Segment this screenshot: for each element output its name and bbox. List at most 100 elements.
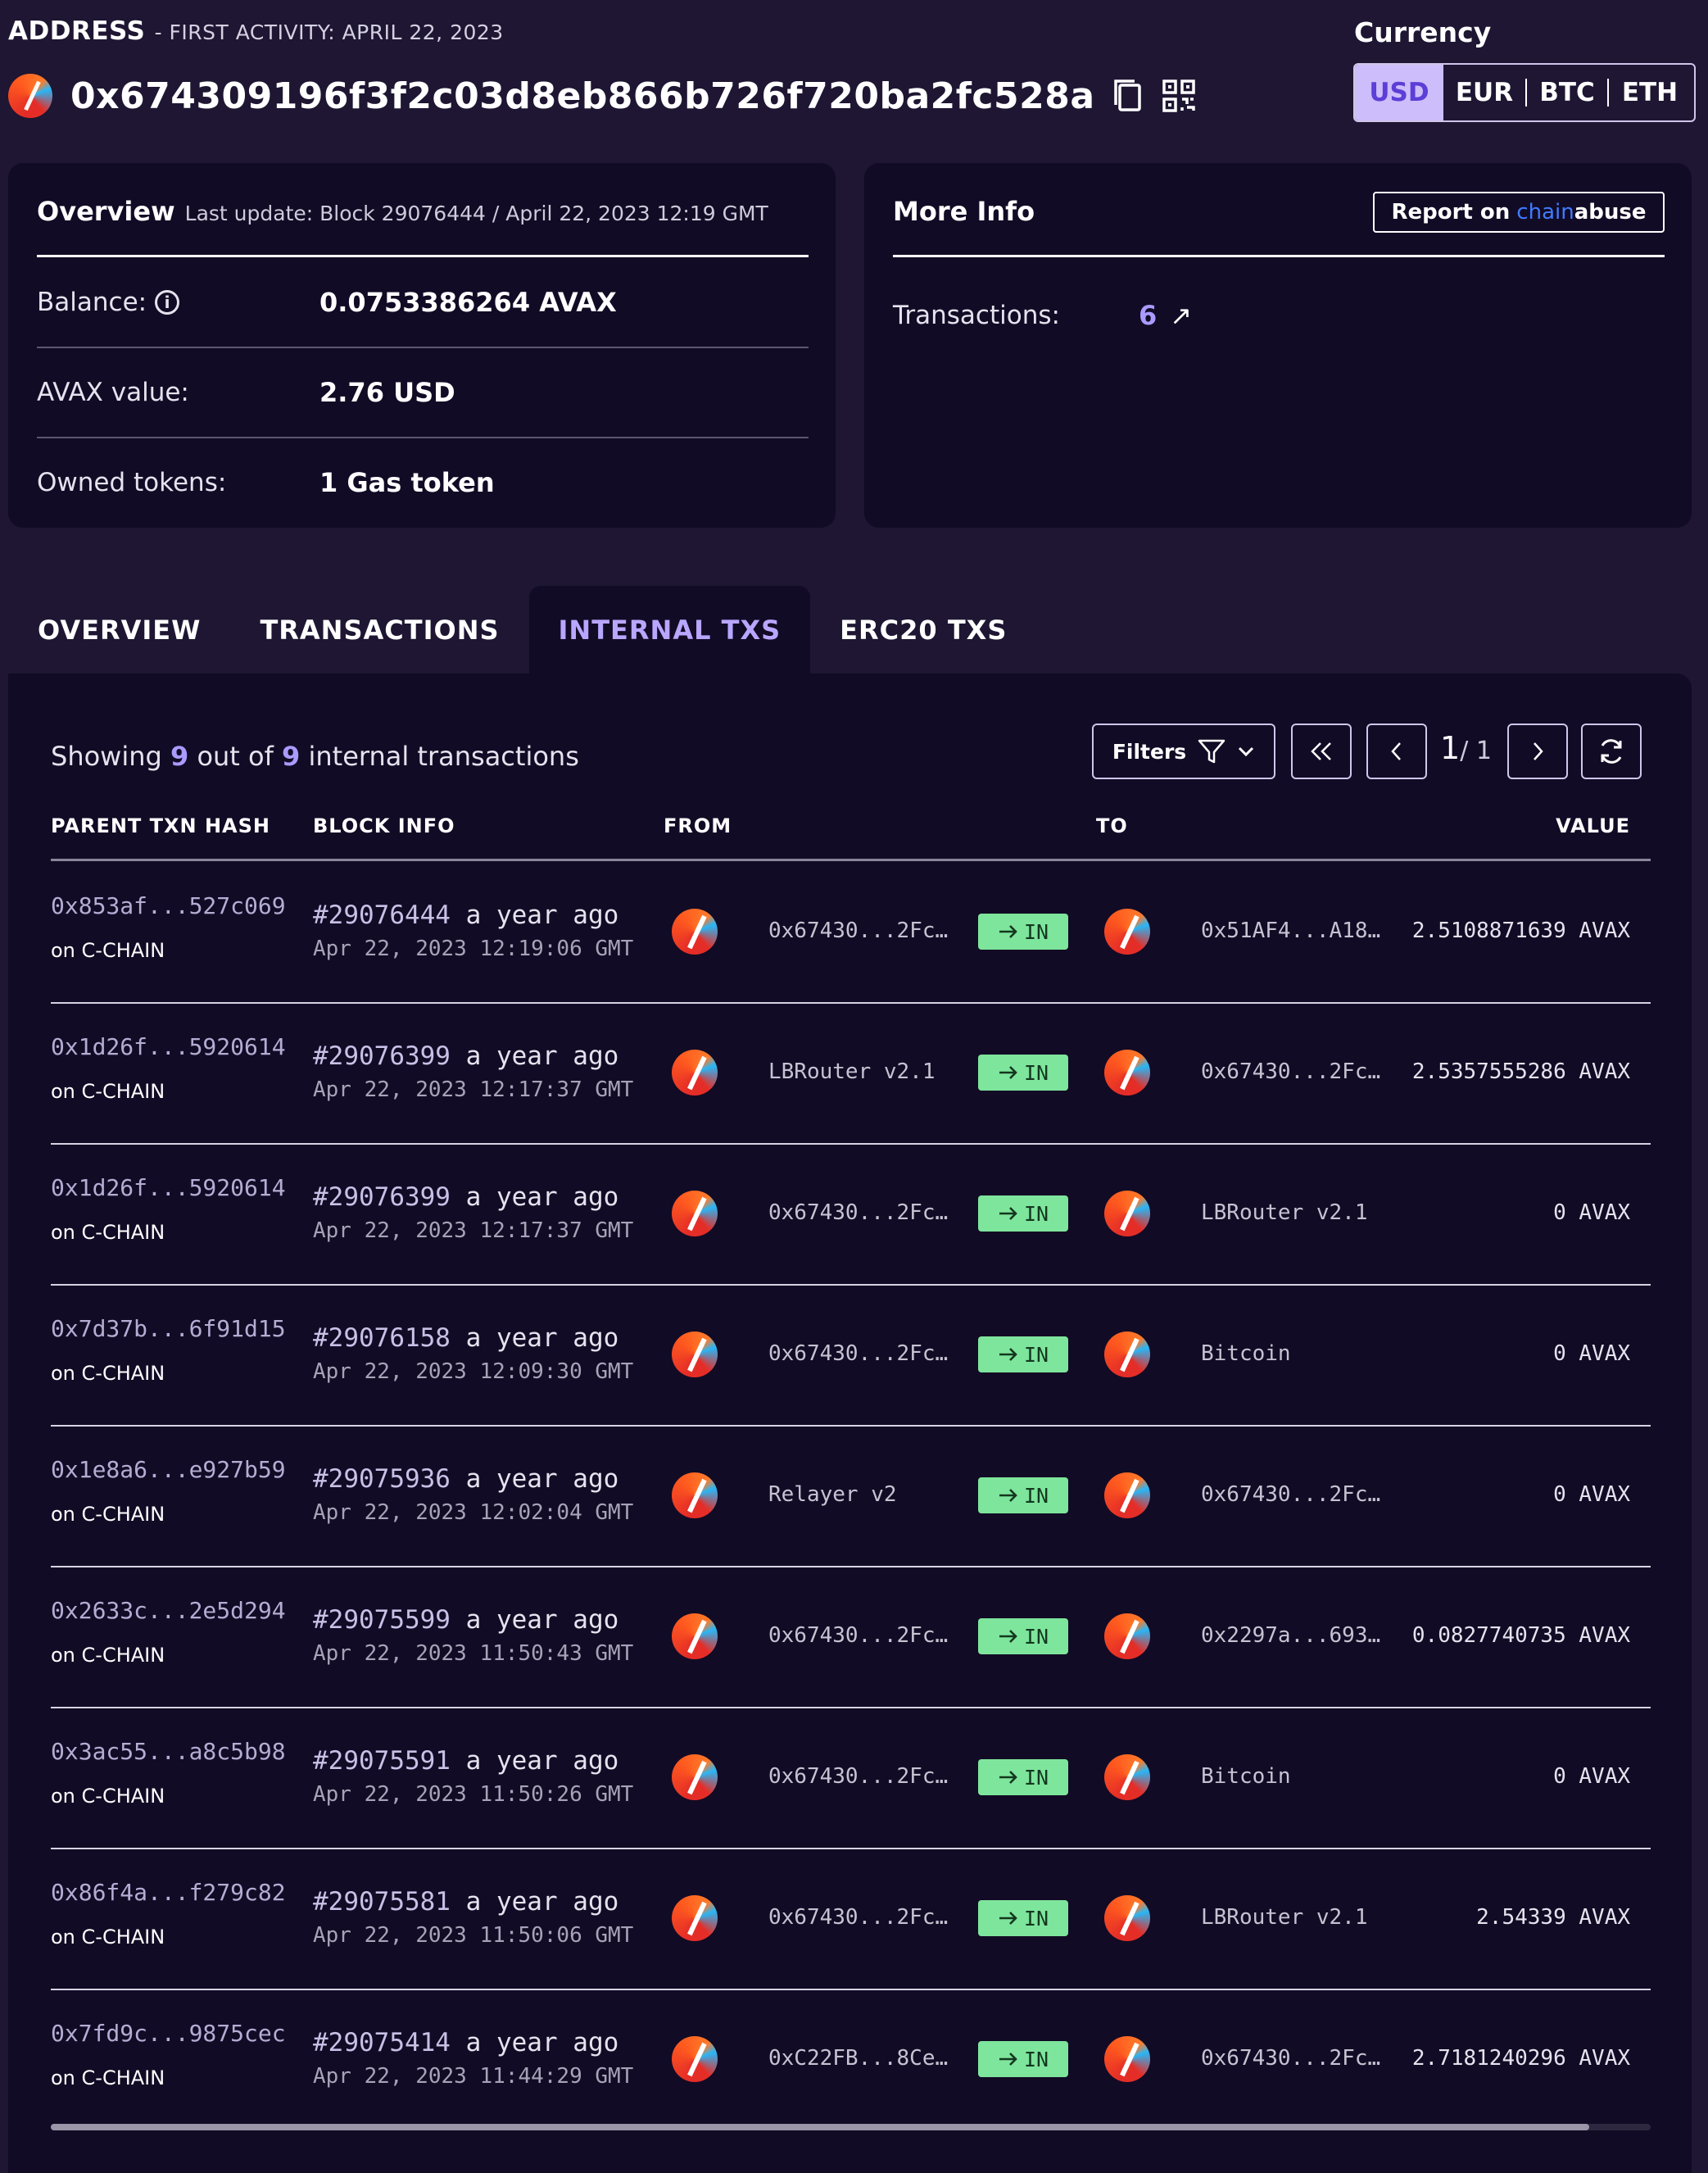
from-address-link[interactable]: 0x67430...2Fc… — [768, 1905, 965, 1930]
from-avatar-icon — [672, 1050, 718, 1096]
table-row: 0x7fd9c...9875cec on C-CHAIN #29075414 a… — [51, 1989, 1651, 2130]
block-number-link[interactable]: #29075581 — [313, 1887, 451, 1917]
value-amount: 0 AVAX — [1553, 1764, 1630, 1789]
direction-label: IN — [1023, 1060, 1049, 1085]
block-number-link[interactable]: #29076158 — [313, 1323, 451, 1353]
first-page-button[interactable] — [1291, 724, 1352, 779]
arrow-right-icon — [999, 1066, 1017, 1079]
block-number-link[interactable]: #29075599 — [313, 1605, 451, 1635]
from-avatar-icon — [672, 1191, 718, 1236]
to-avatar-icon — [1104, 1191, 1150, 1236]
last-update: Last update: Block 29076444 / April 22, … — [184, 202, 768, 225]
filters-button[interactable]: Filters — [1092, 724, 1275, 779]
tab-overview[interactable]: OVERVIEW — [8, 586, 230, 674]
chain-label: on C-CHAIN — [51, 1221, 165, 1244]
to-address-link[interactable]: 0x67430...2Fc… — [1201, 1482, 1398, 1507]
tab-erc20-txs[interactable]: ERC20 TXS — [810, 586, 1036, 674]
parent-txn-hash-link[interactable]: 0x3ac55...a8c5b98 — [51, 1738, 286, 1765]
to-address-link[interactable]: 0x2297a...693… — [1201, 1623, 1398, 1648]
table-header: PARENT TXN HASH BLOCK INFO FROM TO VALUE — [51, 814, 1651, 855]
from-address-link[interactable]: 0x67430...2Fc… — [768, 919, 965, 943]
col-to: TO — [1096, 814, 1128, 837]
value-amount: 0 AVAX — [1553, 1341, 1630, 1366]
block-date: Apr 22, 2023 12:19:06 GMT — [313, 937, 634, 961]
block-number-link[interactable]: #29076399 — [313, 1182, 451, 1212]
direction-label: IN — [1023, 1624, 1049, 1649]
block-number-link[interactable]: #29075591 — [313, 1746, 451, 1776]
qr-code-icon[interactable] — [1161, 76, 1197, 116]
chain-label: on C-CHAIN — [51, 2066, 165, 2089]
block-age: a year ago — [465, 1605, 619, 1635]
owned-tokens-value[interactable]: 1 Gas token — [319, 467, 495, 498]
to-avatar-icon — [1104, 2036, 1150, 2082]
parent-txn-hash-link[interactable]: 0x1d26f...5920614 — [51, 1033, 286, 1060]
direction-badge: IN — [978, 1477, 1068, 1513]
direction-badge: IN — [978, 1336, 1068, 1372]
copy-icon[interactable] — [1110, 76, 1146, 116]
parent-txn-hash-link[interactable]: 0x853af...527c069 — [51, 892, 286, 919]
chevron-left-icon — [1391, 742, 1401, 760]
currency-eur[interactable]: EUR — [1443, 65, 1525, 120]
block-number-link[interactable]: #29075414 — [313, 2028, 451, 2057]
to-address-link[interactable]: LBRouter v2.1 — [1201, 1905, 1398, 1930]
tab-internal-txs[interactable]: INTERNAL TXS — [528, 586, 811, 674]
block-number-link[interactable]: #29076444 — [313, 901, 451, 930]
from-avatar-icon — [672, 1613, 718, 1659]
next-page-button[interactable] — [1507, 724, 1568, 779]
table-row: 0x2633c...2e5d294 on C-CHAIN #29075599 a… — [51, 1566, 1651, 1708]
from-address-link[interactable]: 0xC22FB...8Ce… — [768, 2046, 965, 2071]
previous-page-button[interactable] — [1366, 724, 1427, 779]
to-address-link[interactable]: Bitcoin — [1201, 1764, 1398, 1789]
arrow-right-icon — [999, 1207, 1017, 1220]
to-address-link[interactable]: Bitcoin — [1201, 1341, 1398, 1366]
parent-txn-hash-link[interactable]: 0x7d37b...6f91d15 — [51, 1315, 286, 1342]
direction-badge: IN — [978, 914, 1068, 950]
transactions-row: Transactions: 6 ↗ — [893, 271, 1192, 360]
block-date: Apr 22, 2023 12:17:37 GMT — [313, 1218, 634, 1243]
parent-txn-hash-link[interactable]: 0x7fd9c...9875cec — [51, 2020, 286, 2047]
to-address-link[interactable]: 0x67430...2Fc… — [1201, 2046, 1398, 2071]
block-info: #29075936 a year ago — [313, 1464, 618, 1494]
tab-transactions[interactable]: TRANSACTIONS — [230, 586, 528, 674]
block-date: Apr 22, 2023 11:50:43 GMT — [313, 1641, 634, 1666]
to-avatar-icon — [1104, 909, 1150, 955]
to-address-link[interactable]: LBRouter v2.1 — [1201, 1200, 1398, 1225]
from-address-link[interactable]: 0x67430...2Fc… — [768, 1200, 965, 1225]
from-address-link[interactable]: 0x67430...2Fc… — [768, 1341, 965, 1366]
currency-selector: USD EUR BTC ETH — [1353, 63, 1696, 122]
col-parent-txn-hash: PARENT TXN HASH — [51, 814, 270, 837]
to-avatar-icon — [1104, 1331, 1150, 1377]
refresh-button[interactable] — [1581, 724, 1642, 779]
parent-txn-hash-link[interactable]: 0x86f4a...f279c82 — [51, 1879, 286, 1906]
transactions-link[interactable]: 6 ↗ — [1139, 300, 1192, 331]
address-label: ADDRESS — [8, 16, 146, 46]
value-amount: 2.5108871639 AVAX — [1411, 919, 1630, 943]
parent-txn-hash-link[interactable]: 0x1d26f...5920614 — [51, 1174, 286, 1201]
info-icon[interactable]: i — [155, 290, 180, 315]
from-address-link[interactable]: Relayer v2 — [768, 1482, 965, 1507]
currency-usd[interactable]: USD — [1355, 65, 1443, 120]
arrow-right-icon — [999, 1912, 1017, 1925]
double-chevron-left-icon — [1311, 742, 1331, 760]
table-row: 0x7d37b...6f91d15 on C-CHAIN #29076158 a… — [51, 1284, 1651, 1427]
block-number-link[interactable]: #29076399 — [313, 1041, 451, 1071]
from-address-link[interactable]: 0x67430...2Fc… — [768, 1764, 965, 1789]
to-address-link[interactable]: 0x67430...2Fc… — [1201, 1059, 1398, 1084]
horizontal-scrollbar[interactable] — [51, 2124, 1651, 2130]
currency-btc[interactable]: BTC — [1527, 65, 1607, 120]
from-address-link[interactable]: 0x67430...2Fc… — [768, 1623, 965, 1648]
direction-badge: IN — [978, 1055, 1068, 1091]
parent-txn-hash-link[interactable]: 0x1e8a6...e927b59 — [51, 1456, 286, 1483]
from-address-link[interactable]: LBRouter v2.1 — [768, 1059, 965, 1084]
from-avatar-icon — [672, 1754, 718, 1800]
block-number-link[interactable]: #29075936 — [313, 1464, 451, 1494]
arrow-right-icon — [999, 925, 1017, 938]
block-age: a year ago — [465, 2028, 619, 2057]
currency-eth[interactable]: ETH — [1609, 65, 1691, 120]
scrollbar-thumb[interactable] — [51, 2124, 1589, 2130]
parent-txn-hash-link[interactable]: 0x2633c...2e5d294 — [51, 1597, 286, 1624]
more-info-card: More Info Report on chain abuse Transacti… — [864, 163, 1692, 528]
block-age: a year ago — [465, 901, 619, 930]
report-chainabuse-button[interactable]: Report on chain abuse — [1373, 192, 1665, 233]
to-address-link[interactable]: 0x51AF4...A18… — [1201, 919, 1398, 943]
